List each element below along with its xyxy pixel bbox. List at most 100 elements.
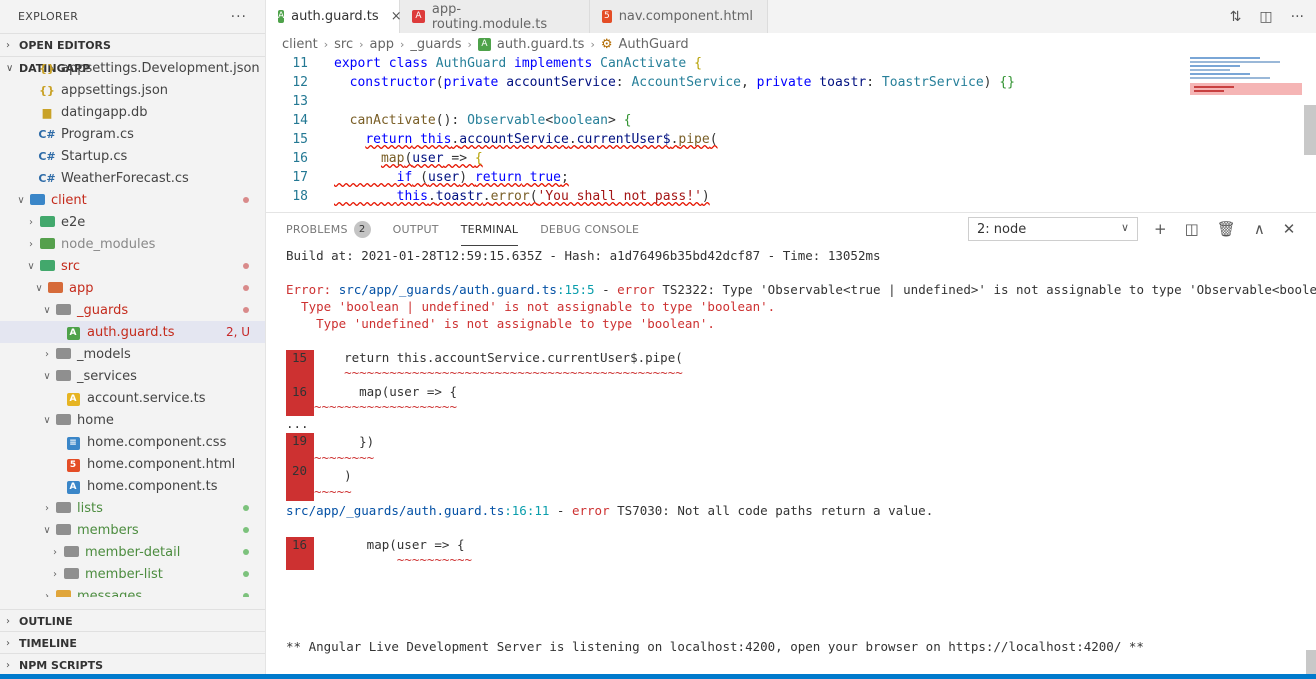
more-actions-icon[interactable]: ··· xyxy=(1291,9,1304,25)
terminal-select[interactable]: 2: node ∨ xyxy=(968,217,1138,241)
breadcrumb-item[interactable]: AuthGuard xyxy=(619,37,689,52)
folder-item[interactable]: ∨ home xyxy=(0,409,265,431)
file-item[interactable]: {} appsettings.json xyxy=(0,79,265,101)
file-label: appsettings.json xyxy=(61,82,169,98)
section-open-editors[interactable]: › OPEN EDITORS xyxy=(0,33,265,56)
section-timeline[interactable]: › TIMELINE xyxy=(0,631,265,654)
tab-auth-guard-ts[interactable]: Aauth.guard.ts × xyxy=(266,0,402,33)
section-label: OUTLINE xyxy=(19,614,73,628)
code-line-18: this.toastr.error('You shall not pass!') xyxy=(396,189,710,204)
breadcrumb-item[interactable]: src xyxy=(334,37,353,52)
error-line: Error: src/app/_guards/auth.guard.ts:15:… xyxy=(286,282,1316,297)
compare-changes-icon[interactable]: ⇅ xyxy=(1230,9,1242,25)
file-item[interactable]: C# Program.cs xyxy=(0,123,265,145)
file-item[interactable]: Ahome.component.ts xyxy=(0,475,265,497)
tree-label: home xyxy=(77,412,114,428)
file-icon: C# xyxy=(38,127,56,141)
file-item[interactable]: ≡ home.component.css xyxy=(0,431,265,453)
tab-terminal[interactable]: TERMINAL xyxy=(460,213,519,246)
editor-area: Aauth.guard.ts × Aapp-routing.module.ts 5 na… xyxy=(266,0,1316,679)
breadcrumb-item[interactable]: app xyxy=(370,37,394,52)
trash-icon[interactable]: 🗑 xyxy=(1217,220,1236,238)
close-panel-icon[interactable]: ✕ xyxy=(1283,220,1296,238)
minimap[interactable] xyxy=(1190,55,1302,115)
split-terminal-icon[interactable]: ◫ xyxy=(1185,220,1199,238)
chevron-down-icon: ∨ xyxy=(17,194,25,206)
line-number: 16 xyxy=(292,151,308,166)
code-line-15: return this.accountService.currentUser$.… xyxy=(365,132,718,147)
breadcrumb-item[interactable]: _guards xyxy=(410,37,461,52)
tab-nav-component-html[interactable]: 5 nav.component.html xyxy=(590,0,768,33)
folder-icon xyxy=(54,589,72,597)
editor-tabs: Aauth.guard.ts × Aapp-routing.module.ts 5 na… xyxy=(266,0,1316,33)
tab-output[interactable]: OUTPUT xyxy=(393,213,439,246)
split-editor-icon[interactable]: ◫ xyxy=(1259,9,1272,25)
error-file-link[interactable]: src/app/_guards/auth.guard.ts xyxy=(339,282,557,297)
code-editor[interactable]: 11 12 13 14 15 16 17 18 export class AuthGuard … xyxy=(266,55,1316,210)
tree-label: auth.guard.ts xyxy=(87,324,175,340)
folder-item[interactable]: ∨ members xyxy=(0,519,265,541)
chevron-right-icon: › xyxy=(6,615,10,627)
chevron-down-icon: ∨ xyxy=(43,370,51,382)
folder-item[interactable]: › messages xyxy=(0,585,265,598)
terminal-output[interactable]: Build at: 2021-01-28T12:59:15.635Z - Has… xyxy=(286,248,1316,675)
folder-icon xyxy=(38,237,56,251)
new-terminal-icon[interactable]: + xyxy=(1154,220,1167,238)
tab-debug-console[interactable]: DEBUG CONSOLE xyxy=(540,213,639,246)
tab-app-routing-module-ts[interactable]: Aapp-routing.module.ts xyxy=(400,0,590,33)
code-line-17: if (user) return true; xyxy=(396,170,569,185)
breadcrumb-item[interactable]: client xyxy=(282,37,318,52)
code-line-12: constructor(private accountService: Acco… xyxy=(349,75,1015,90)
file-icon: C# xyxy=(38,171,56,185)
folder-icon xyxy=(54,413,72,427)
line-number: 18 xyxy=(292,189,308,204)
chevron-right-icon: › xyxy=(45,502,49,514)
error-detail: Type 'boolean | undefined' is not assign… xyxy=(286,299,776,314)
file-item[interactable]: 5 home.component.html xyxy=(0,453,265,475)
error-file-link[interactable]: src/app/_guards/auth.guard.ts xyxy=(286,503,504,518)
line-number: 12 xyxy=(292,75,308,90)
folder-icon xyxy=(54,303,72,317)
terminal-scrollbar[interactable] xyxy=(1306,650,1316,674)
chevron-right-icon: › xyxy=(29,238,33,250)
folder-item[interactable]: › lists xyxy=(0,497,265,519)
chevron-down-icon: ∨ xyxy=(35,282,43,294)
file-icon: {} xyxy=(39,61,55,75)
maximize-panel-icon[interactable]: ∧ xyxy=(1254,220,1265,238)
error-gutter-block: 16 xyxy=(286,384,314,416)
chevron-right-icon: › xyxy=(45,590,49,598)
folder-item[interactable]: ∨ app xyxy=(0,277,265,299)
breadcrumb-item[interactable]: auth.guard.ts xyxy=(497,37,585,52)
more-actions-icon[interactable]: ··· xyxy=(231,9,247,25)
chevron-right-icon: › xyxy=(6,659,10,671)
file-item[interactable]: Aauth.guard.ts 2, U xyxy=(0,321,265,343)
tab-problems[interactable]: PROBLEMS 2 xyxy=(286,213,371,246)
folder-icon xyxy=(62,545,80,559)
section-npm-scripts[interactable]: › NPM SCRIPTS xyxy=(0,653,265,676)
folder-item[interactable]: › member-list xyxy=(0,563,265,585)
file-item[interactable]: {} appsettings.Development.json xyxy=(0,57,265,79)
file-label: WeatherForecast.cs xyxy=(61,170,189,186)
section-outline[interactable]: › OUTLINE xyxy=(0,609,265,632)
error-underline: ~~~~~~~~~~~~~~~~~~~ xyxy=(314,399,457,414)
file-item[interactable]: C# Startup.cs xyxy=(0,145,265,167)
folder-item[interactable]: ∨ _guards xyxy=(0,299,265,321)
folder-item[interactable]: › e2e xyxy=(0,211,265,233)
folder-item[interactable]: ∨ src xyxy=(0,255,265,277)
file-icon: A xyxy=(64,325,82,340)
file-item[interactable]: ▆ datingapp.db xyxy=(0,101,265,123)
folder-item[interactable]: › _models xyxy=(0,343,265,365)
folder-item[interactable]: › member-detail xyxy=(0,541,265,563)
file-item[interactable]: Aaccount.service.ts xyxy=(0,387,265,409)
error-underline: ~~~~~~~~~~~~~~~~~~~~~~~~~~~~~~~~~~~~~~~~… xyxy=(314,365,683,380)
file-label: datingapp.db xyxy=(61,104,148,120)
error-line: src/app/_guards/auth.guard.ts:16:11 - er… xyxy=(286,503,933,518)
status-dot xyxy=(243,593,249,597)
tree-label: _models xyxy=(77,346,131,362)
folder-item[interactable]: › node_modules xyxy=(0,233,265,255)
editor-scrollbar[interactable] xyxy=(1304,105,1316,155)
file-item[interactable]: C# WeatherForecast.cs xyxy=(0,167,265,189)
folder-item[interactable]: ∨ client xyxy=(0,189,265,211)
folder-item[interactable]: ∨ _services xyxy=(0,365,265,387)
tree-label: lists xyxy=(77,500,103,516)
